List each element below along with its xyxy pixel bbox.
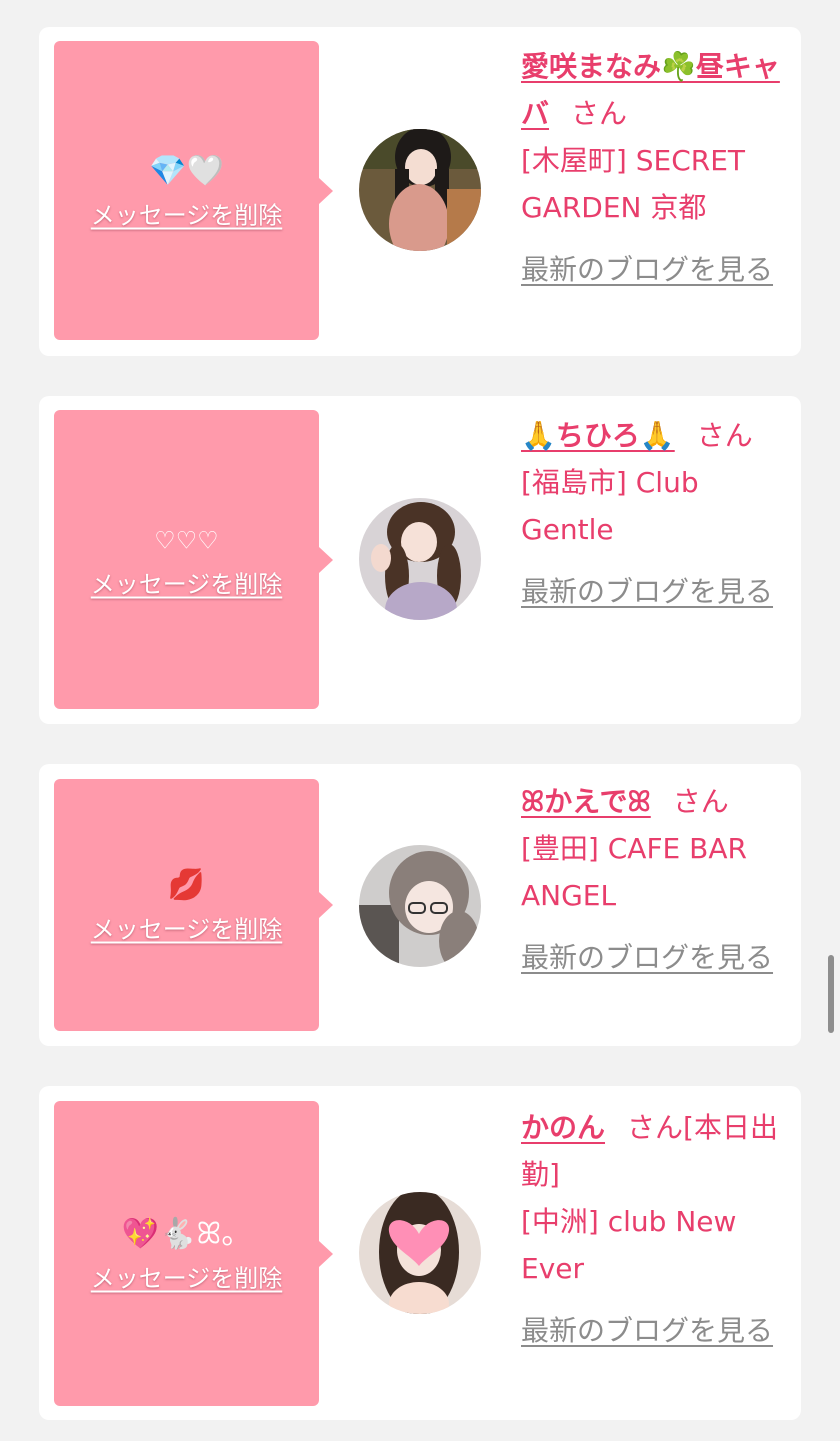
- profile-name-link[interactable]: 愛咲まなみ☘️昼キャバ: [521, 50, 780, 130]
- profile-info: かのん さん[本日出勤] [中洲] club New Ever 最新のブログを見る: [521, 1104, 791, 1354]
- delete-message-button[interactable]: メッセージを削除: [91, 1258, 283, 1293]
- profile-info: 愛咲まなみ☘️昼キャバ さん [木屋町] SECRET GARDEN 京都 最新の…: [521, 43, 791, 293]
- venue-label: [豊田] CAFE BAR ANGEL: [521, 832, 747, 912]
- san-label: さん: [627, 1111, 684, 1144]
- profile-name-link[interactable]: 🙏ちひろ🙏: [521, 419, 675, 452]
- view-blog-link[interactable]: 最新のブログを見る: [521, 569, 791, 615]
- message-emoji: ♡♡♡: [154, 526, 219, 554]
- san-label: さん: [571, 97, 628, 130]
- delete-message-button[interactable]: メッセージを削除: [91, 564, 283, 599]
- venue-label: [福島市] Club Gentle: [521, 466, 699, 546]
- avatar[interactable]: [359, 498, 481, 620]
- name-line: かのん さん[本日出勤]: [521, 1104, 791, 1198]
- profile-name-link[interactable]: ꕤかえでꕤ: [521, 785, 651, 818]
- view-blog-link[interactable]: 最新のブログを見る: [521, 1308, 791, 1354]
- avatar[interactable]: [359, 845, 481, 967]
- message-card: ♡♡♡ メッセージを削除 🙏ちひろ🙏 さん [福島市] Club Gentle 最…: [39, 396, 801, 724]
- message-emoji: 💎🤍: [149, 153, 224, 188]
- delete-message-button[interactable]: メッセージを削除: [91, 195, 283, 230]
- avatar[interactable]: [359, 1192, 481, 1314]
- profile-info: ꕤかえでꕤ さん [豊田] CAFE BAR ANGEL 最新のブログを見る: [521, 778, 791, 981]
- scrollbar[interactable]: [828, 955, 834, 1033]
- san-label: さん: [672, 785, 729, 818]
- message-emoji: 💖🐇ꕤ。: [121, 1216, 252, 1251]
- name-line: ꕤかえでꕤ さん: [521, 778, 791, 825]
- profile-info: 🙏ちひろ🙏 さん [福島市] Club Gentle 最新のブログを見る: [521, 412, 791, 615]
- view-blog-link[interactable]: 最新のブログを見る: [521, 935, 791, 981]
- message-emoji: 💋: [167, 867, 206, 903]
- profile-name-link[interactable]: かのん: [521, 1111, 605, 1144]
- message-box: 💎🤍 メッセージを削除: [54, 41, 333, 340]
- avatar[interactable]: [359, 129, 481, 251]
- message-box: ♡♡♡ メッセージを削除: [54, 410, 333, 709]
- venue-label: [木屋町] SECRET GARDEN 京都: [521, 144, 746, 224]
- message-box: 💋 メッセージを削除: [54, 779, 333, 1031]
- san-label: さん: [696, 419, 753, 452]
- venue-label: [中洲] club New Ever: [521, 1205, 737, 1285]
- message-box: 💖🐇ꕤ。 メッセージを削除: [54, 1101, 333, 1406]
- message-card: 💋 メッセージを削除 ꕤかえでꕤ さん [豊田] CAFE BAR ANGEL 最…: [39, 764, 801, 1046]
- name-line: 愛咲まなみ☘️昼キャバ さん: [521, 43, 791, 137]
- delete-message-button[interactable]: メッセージを削除: [91, 910, 283, 945]
- name-line: 🙏ちひろ🙏 さん: [521, 412, 791, 459]
- message-card: 💎🤍 メッセージを削除 愛咲まなみ☘️昼キャバ さん [木屋町] SECRET G…: [39, 27, 801, 356]
- view-blog-link[interactable]: 最新のブログを見る: [521, 247, 791, 293]
- message-card: 💖🐇ꕤ。 メッセージを削除 かのん さん[本日出勤] [中洲] club New …: [39, 1086, 801, 1420]
